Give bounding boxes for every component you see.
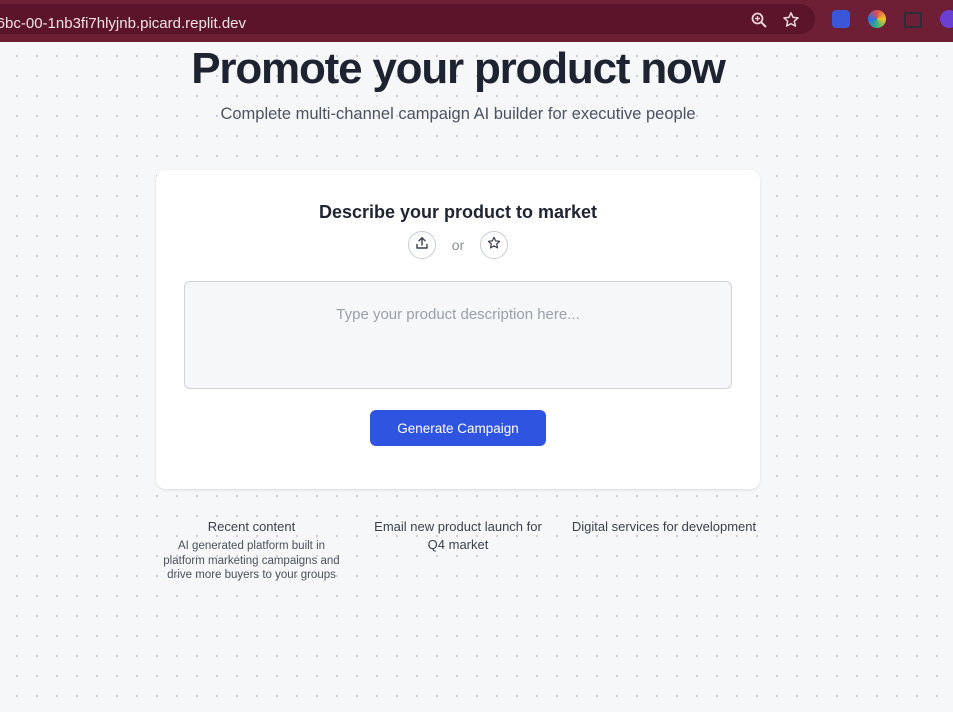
star-icon: [487, 236, 501, 255]
extension-icon[interactable]: [832, 10, 850, 28]
extension-puzzle-icon[interactable]: [940, 10, 953, 28]
suggestion-recent-content[interactable]: Recent content AI generated platform bui…: [160, 518, 343, 583]
page-title: Promote your product now: [191, 44, 726, 93]
zoom-icon[interactable]: [750, 11, 768, 29]
tab-icon[interactable]: [904, 12, 922, 28]
generate-campaign-button[interactable]: Generate Campaign: [370, 410, 546, 446]
bookmark-star-icon[interactable]: [782, 11, 800, 29]
suggestion-title: Email new product launch for Q4 market: [374, 519, 542, 552]
chrome-color-icon[interactable]: [868, 10, 886, 28]
upload-button[interactable]: [408, 231, 436, 259]
suggestion-digital-services[interactable]: Digital services for development: [560, 518, 768, 536]
browser-toolbar: 796bc-00-1nb3fi7hlyjnb.picard.replit.dev: [0, 0, 953, 42]
or-separator: or: [451, 237, 465, 253]
product-description-input[interactable]: [184, 281, 732, 389]
favorite-button[interactable]: [480, 231, 508, 259]
suggestion-title: Recent content: [207, 519, 296, 534]
suggestion-title: Digital services for development: [571, 519, 757, 534]
address-bar[interactable]: 796bc-00-1nb3fi7hlyjnb.picard.replit.dev: [0, 4, 815, 34]
address-bar-url[interactable]: 796bc-00-1nb3fi7hlyjnb.picard.replit.dev: [0, 15, 246, 32]
upload-icon: [415, 236, 429, 255]
product-description-card: Describe your product to market or Gener…: [156, 170, 760, 489]
card-title: Describe your product to market: [318, 202, 598, 222]
page-subtitle: Complete multi-channel campaign AI build…: [220, 105, 696, 123]
suggestion-email-launch[interactable]: Email new product launch for Q4 market: [366, 518, 550, 554]
suggestion-description: AI generated platform built in platform …: [163, 540, 340, 581]
